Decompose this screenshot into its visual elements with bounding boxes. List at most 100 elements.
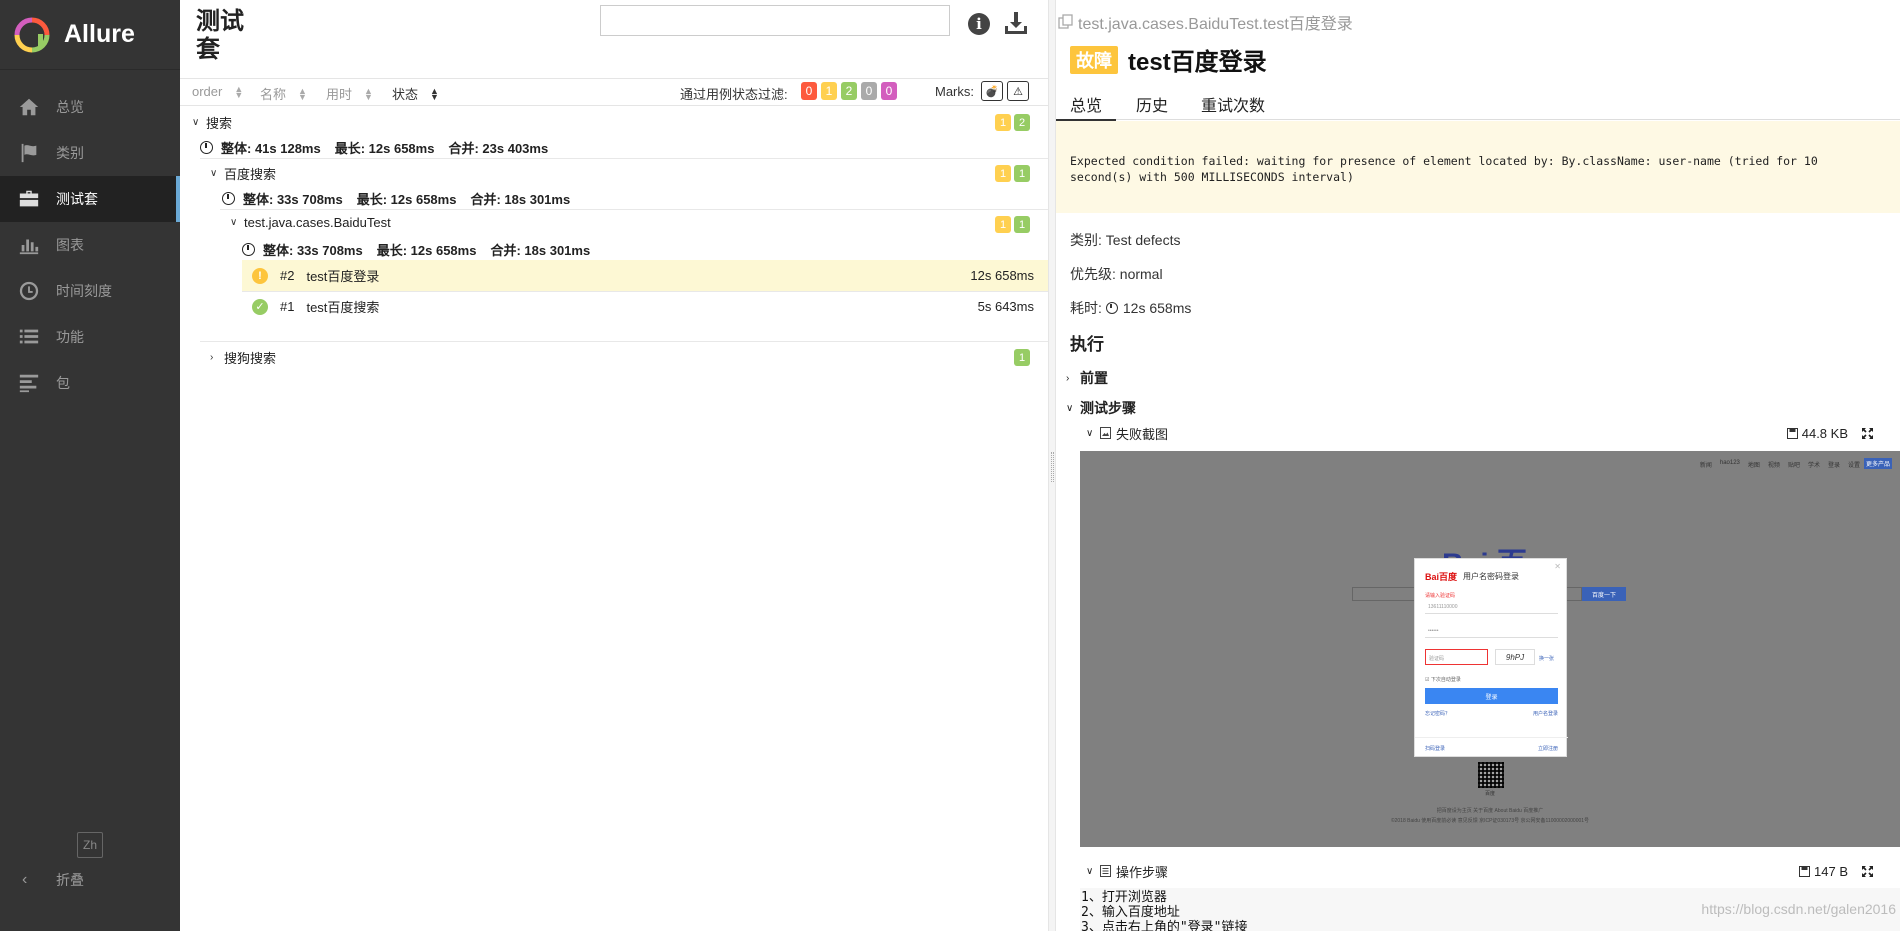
stat-max: 最长: 12s 658ms bbox=[334, 141, 435, 156]
list-icon bbox=[19, 329, 39, 344]
flag-icon bbox=[21, 143, 37, 163]
duration-value: 12s 658ms bbox=[1122, 300, 1192, 316]
pane-splitter[interactable] bbox=[1048, 0, 1056, 931]
sort-duration[interactable]: 用时 ▲ ▼ bbox=[326, 84, 373, 103]
sort-arrows-icon: ▲ ▼ bbox=[364, 85, 373, 102]
setup-section-toggle[interactable]: › 前置 bbox=[1066, 368, 1108, 388]
filter-passed-toggle[interactable]: 2 bbox=[841, 82, 857, 100]
screenshot-footer-links: 把百度设为主页 关于百度 About Baidu 百度推广 bbox=[1436, 808, 1544, 814]
page-title: 测试套 bbox=[196, 8, 244, 63]
chevron-down-icon: ∨ bbox=[1066, 402, 1074, 414]
filter-broken-toggle[interactable]: 1 bbox=[821, 82, 837, 100]
count-badge-broken: 1 bbox=[995, 165, 1011, 182]
briefcase-icon bbox=[19, 190, 39, 207]
collapse-button[interactable]: ‹ 折叠 bbox=[22, 870, 84, 890]
tree-group-baidutest-class[interactable]: ∨ test.java.cases.BaiduTest bbox=[230, 215, 391, 230]
screenshot-nav-link: 学术 bbox=[1807, 463, 1820, 469]
captcha-refresh-link: 换一张 bbox=[1539, 656, 1555, 662]
language-switch[interactable]: Zh bbox=[77, 832, 103, 858]
test-case-row[interactable]: ! #2 test百度登录 12s 658ms bbox=[242, 260, 1048, 291]
splitter-grip-icon bbox=[1051, 452, 1054, 482]
screenshot-footer-copyright: ©2018 Baidu 使用百度前必读 意见反馈 京ICP证030173号 京公… bbox=[1390, 818, 1590, 824]
execution-heading: 执行 bbox=[1070, 335, 1104, 354]
sort-arrows-icon: ▲ ▼ bbox=[430, 85, 439, 102]
copy-icon[interactable] bbox=[1058, 14, 1074, 30]
screenshot-search-button: 百度一下 bbox=[1582, 587, 1626, 601]
failure-screenshot-image[interactable]: 新闻 hao123 地图 视频 贴吧 学术 登录 设置 更多产品 Bai 百度 … bbox=[1080, 451, 1900, 847]
search-input[interactable] bbox=[600, 5, 950, 36]
sidebar: Allure 总览 类别 测试套 图表 时间刻度 功能 包 Zh ‹ 折叠 bbox=[0, 0, 180, 931]
tab-history[interactable]: 历史 bbox=[1136, 92, 1168, 116]
sidebar-item-label: 测试套 bbox=[56, 191, 98, 207]
sidebar-item-graphs[interactable]: 图表 bbox=[0, 222, 180, 268]
tree-group-baidu-search[interactable]: ∨ 百度搜索 bbox=[210, 164, 276, 183]
new-failed-warning-icon[interactable]: ⚠ bbox=[1007, 81, 1029, 101]
allure-logo-icon bbox=[14, 17, 50, 52]
sidebar-item-label: 类别 bbox=[56, 145, 84, 161]
qr-login-link: 扫码登录 bbox=[1425, 745, 1446, 752]
filter-unknown-toggle[interactable]: 0 bbox=[881, 82, 897, 100]
steps-label: 测试步骤 bbox=[1080, 400, 1136, 416]
group-stats: 整体: 33s 708ms 最长: 12s 658ms 合并: 18s 301m… bbox=[222, 189, 584, 208]
screenshot-nav-link: 地图 bbox=[1747, 463, 1760, 469]
qr-code-icon bbox=[1478, 762, 1504, 788]
login-dialog-header: Bai百度 用户名密码登录 bbox=[1425, 570, 1519, 583]
register-link: 立即注册 bbox=[1537, 745, 1558, 752]
test-case-number: #2 bbox=[280, 268, 295, 283]
test-case-number: #1 bbox=[280, 299, 295, 314]
test-title: 故障 test百度登录 bbox=[1070, 42, 1267, 77]
screenshot-login-dialog: Bai百度 用户名密码登录 ✕ 请输入验证码 13611110000 •••••… bbox=[1414, 558, 1568, 758]
sort-arrows-icon: ▲ ▼ bbox=[298, 85, 307, 102]
filter-failed-toggle[interactable]: 0 bbox=[801, 82, 817, 100]
chevron-left-icon: ‹ bbox=[22, 871, 28, 888]
flaky-mark-bomb-icon[interactable]: 💣 bbox=[981, 81, 1003, 101]
test-case-name: test百度搜索 bbox=[306, 300, 380, 315]
sidebar-item-behaviors[interactable]: 功能 bbox=[0, 314, 180, 360]
expand-icon[interactable] bbox=[1861, 865, 1874, 878]
floppy-disk-icon bbox=[1799, 865, 1811, 877]
stat-merged: 合并: 18s 301ms bbox=[470, 192, 571, 207]
sidebar-item-timeline[interactable]: 时间刻度 bbox=[0, 268, 180, 314]
sort-order[interactable]: order ▲ ▼ bbox=[192, 84, 243, 99]
info-icon[interactable]: i bbox=[968, 13, 990, 35]
test-body-section-toggle[interactable]: ∨ 测试步骤 bbox=[1066, 398, 1136, 418]
sort-status[interactable]: 状态 ▲ ▼ bbox=[392, 84, 439, 103]
sidebar-nav: 总览 类别 测试套 图表 时间刻度 功能 包 bbox=[0, 84, 180, 406]
tab-overview[interactable]: 总览 bbox=[1056, 92, 1117, 122]
download-icon[interactable] bbox=[1003, 10, 1029, 36]
sidebar-item-suites[interactable]: 测试套 bbox=[0, 176, 180, 222]
sort-name[interactable]: 名称 ▲ ▼ bbox=[260, 84, 307, 103]
sidebar-item-packages[interactable]: 包 bbox=[0, 360, 180, 406]
tree-group-search[interactable]: ∨ 搜索 bbox=[192, 113, 232, 132]
bar-chart-icon bbox=[19, 239, 39, 255]
attachment-name: 失败截图 bbox=[1116, 426, 1169, 442]
login-dialog-footer: 扫码登录 立即注册 bbox=[1415, 737, 1568, 758]
chevron-right-icon: › bbox=[1066, 372, 1070, 384]
attachment-operation-steps[interactable]: ∨ 操作步骤 147 B bbox=[1086, 861, 1886, 881]
login-links: 忘记密码？ 用户名登录 bbox=[1425, 710, 1558, 717]
filter-skipped-toggle[interactable]: 0 bbox=[861, 82, 877, 100]
chevron-down-icon: ∨ bbox=[230, 217, 238, 228]
qr-caption: 百度 bbox=[1485, 791, 1496, 797]
test-full-path[interactable]: test.java.cases.BaiduTest.test百度登录 bbox=[1058, 10, 1353, 34]
expand-icon[interactable] bbox=[1861, 427, 1874, 440]
login-captcha-field: 验证码 bbox=[1425, 649, 1488, 665]
sidebar-item-label: 总览 bbox=[56, 99, 84, 115]
attachment-failure-screenshot[interactable]: ∨ 失败截图 44.8 KB bbox=[1086, 423, 1886, 443]
tree-group-sogou-search[interactable]: › 搜狗搜索 bbox=[210, 348, 276, 367]
home-icon bbox=[19, 98, 39, 116]
status-badge: 故障 bbox=[1070, 45, 1118, 74]
count-badge-passed: 2 bbox=[1014, 114, 1030, 131]
brand[interactable]: Allure bbox=[0, 0, 180, 70]
sort-label: 名称 bbox=[260, 87, 287, 102]
sort-label: order bbox=[192, 84, 223, 99]
collapse-label: 折叠 bbox=[56, 872, 84, 888]
tab-retries[interactable]: 重试次数 bbox=[1201, 92, 1265, 116]
sidebar-item-overview[interactable]: 总览 bbox=[0, 84, 180, 130]
clock-icon bbox=[1105, 302, 1118, 314]
remember-me: ☑ 下次自动登录 bbox=[1425, 677, 1461, 683]
category-field: 类别: Test defects bbox=[1070, 232, 1181, 248]
sidebar-item-categories[interactable]: 类别 bbox=[0, 130, 180, 176]
sidebar-item-label: 时间刻度 bbox=[56, 283, 112, 299]
test-case-row[interactable]: ✓ #1 test百度搜索 5s 643ms bbox=[242, 291, 1048, 322]
